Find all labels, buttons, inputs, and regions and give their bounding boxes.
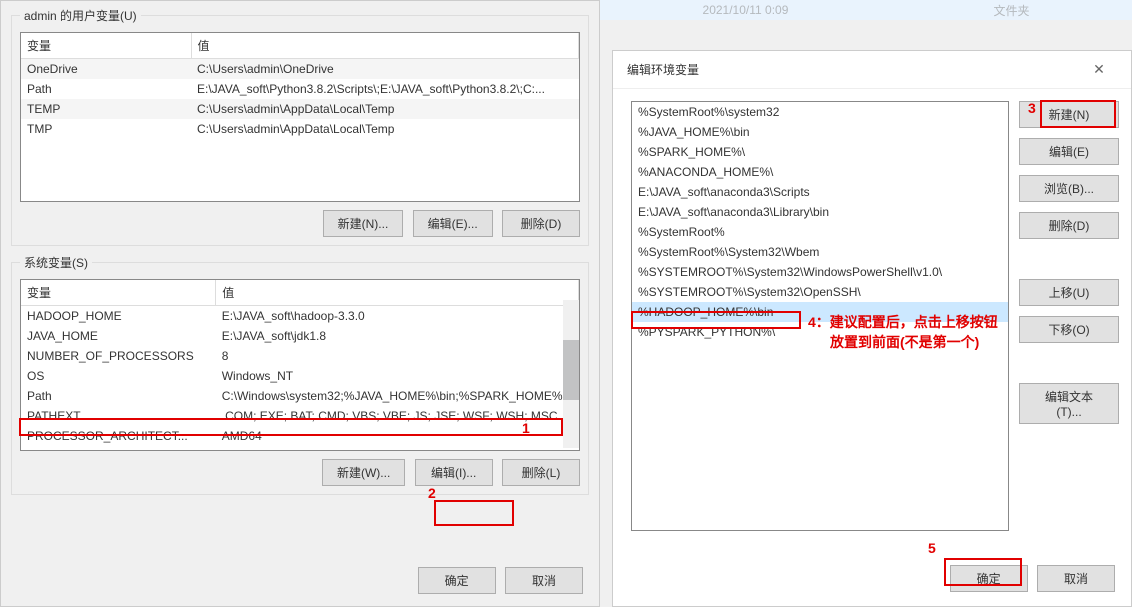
sys-edit-button[interactable]: 编辑(I)...: [415, 459, 493, 486]
table-row[interactable]: TEMPC:\Users\admin\AppData\Local\Temp: [21, 99, 579, 119]
table-row[interactable]: PATHEXT.COM;.EXE;.BAT;.CMD;.VBS;.VBE;.JS…: [21, 406, 579, 426]
col-name[interactable]: 变量: [21, 33, 191, 59]
path-item[interactable]: %JAVA_HOME%\bin: [632, 122, 1008, 142]
explorer-type: 文件夹: [993, 2, 1029, 19]
table-row[interactable]: PathC:\Windows\system32;%JAVA_HOME%\bin;…: [21, 386, 579, 406]
cell-name: NUMBER_OF_PROCESSORS: [21, 346, 216, 366]
sys-delete-button[interactable]: 删除(L): [502, 459, 580, 486]
path-item[interactable]: E:\JAVA_soft\anaconda3\Library\bin: [632, 202, 1008, 222]
cell-name: Path: [21, 79, 191, 99]
user-vars-group: admin 的用户变量(U) 变量 值 OneDriveC:\Users\adm…: [11, 7, 589, 246]
edit-browse-button[interactable]: 浏览(B)...: [1019, 175, 1119, 202]
table-row[interactable]: JAVA_HOMEE:\JAVA_soft\jdk1.8: [21, 326, 579, 346]
path-item[interactable]: %ANACONDA_HOME%\: [632, 162, 1008, 182]
cell-name: HADOOP_HOME: [21, 306, 216, 327]
sys-vars-table[interactable]: 变量 值 HADOOP_HOMEE:\JAVA_soft\hadoop-3.3.…: [21, 280, 579, 446]
edit-cancel-button[interactable]: 取消: [1037, 565, 1115, 592]
sys-vars-group: 系统变量(S) 变量 值 HADOOP_HOMEE:\JAVA_soft\had…: [11, 254, 589, 495]
col-value[interactable]: 值: [216, 280, 579, 306]
left-cancel-button[interactable]: 取消: [505, 567, 583, 594]
path-item[interactable]: %SYSTEMROOT%\System32\WindowsPowerShell\…: [632, 262, 1008, 282]
sys-vars-buttons: 新建(W)... 编辑(I)... 删除(L): [20, 451, 580, 486]
col-name[interactable]: 变量: [21, 280, 216, 306]
col-value[interactable]: 值: [191, 33, 579, 59]
user-new-button[interactable]: 新建(N)...: [323, 210, 404, 237]
cell-value: C:\Users\admin\AppData\Local\Temp: [191, 119, 579, 139]
explorer-date: 2021/10/11 0:09: [703, 3, 789, 17]
edit-dialog-titlebar: 编辑环境变量 ✕: [613, 51, 1131, 89]
path-item[interactable]: %PYSPARK_PYTHON%\: [632, 322, 1008, 342]
edit-footer-buttons: 确定 取消: [944, 565, 1115, 592]
edit-delete-button[interactable]: 删除(D): [1019, 212, 1119, 239]
path-item[interactable]: %SystemRoot%\System32\Wbem: [632, 242, 1008, 262]
table-row[interactable]: PathE:\JAVA_soft\Python3.8.2\Scripts\;E:…: [21, 79, 579, 99]
cell-name: PROCESSOR_ARCHITECT...: [21, 426, 216, 446]
scrollbar[interactable]: [563, 300, 579, 448]
path-item[interactable]: %SPARK_HOME%\: [632, 142, 1008, 162]
sys-new-button[interactable]: 新建(W)...: [322, 459, 405, 486]
edit-dialog-title: 编辑环境变量: [627, 61, 699, 78]
cell-value: 8: [216, 346, 579, 366]
cell-value: E:\JAVA_soft\Python3.8.2\Scripts\;E:\JAV…: [191, 79, 579, 99]
cell-value: .COM;.EXE;.BAT;.CMD;.VBS;.VBE;.JS;.JSE;.…: [216, 406, 579, 426]
cell-value: AMD64: [216, 426, 579, 446]
user-vars-table[interactable]: 变量 值 OneDriveC:\Users\admin\OneDrivePath…: [21, 33, 579, 139]
edit-edit-button[interactable]: 编辑(E): [1019, 138, 1119, 165]
edit-ok-button[interactable]: 确定: [950, 565, 1028, 592]
left-footer-buttons: 确定 取消: [412, 567, 583, 594]
cell-value: C:\Users\admin\OneDrive: [191, 59, 579, 80]
table-row[interactable]: TMPC:\Users\admin\AppData\Local\Temp: [21, 119, 579, 139]
scrollbar-thumb[interactable]: [563, 340, 579, 400]
user-edit-button[interactable]: 编辑(E)...: [413, 210, 493, 237]
cell-name: OneDrive: [21, 59, 191, 80]
user-vars-table-wrap: 变量 值 OneDriveC:\Users\admin\OneDrivePath…: [20, 32, 580, 202]
edit-text-button[interactable]: 编辑文本(T)...: [1019, 383, 1119, 424]
cell-value: C:\Windows\system32;%JAVA_HOME%\bin;%SPA…: [216, 386, 579, 406]
user-delete-button[interactable]: 删除(D): [502, 210, 580, 237]
cell-name: OS: [21, 366, 216, 386]
left-ok-button[interactable]: 确定: [418, 567, 496, 594]
user-vars-buttons: 新建(N)... 编辑(E)... 删除(D): [20, 202, 580, 237]
edit-env-var-dialog: 编辑环境变量 ✕ %SystemRoot%\system32%JAVA_HOME…: [612, 50, 1132, 607]
close-icon[interactable]: ✕: [1081, 61, 1117, 78]
sys-vars-legend: 系统变量(S): [20, 254, 92, 271]
edit-movedown-button[interactable]: 下移(O): [1019, 316, 1119, 343]
explorer-row-behind: 2021/10/11 0:09 文件夹: [600, 0, 1132, 20]
table-row[interactable]: OneDriveC:\Users\admin\OneDrive: [21, 59, 579, 80]
path-item[interactable]: %SystemRoot%\system32: [632, 102, 1008, 122]
table-row[interactable]: NUMBER_OF_PROCESSORS8: [21, 346, 579, 366]
path-item[interactable]: %HADOOP_HOME%\bin: [632, 302, 1008, 322]
cell-value: C:\Users\admin\AppData\Local\Temp: [191, 99, 579, 119]
cell-value: E:\JAVA_soft\hadoop-3.3.0: [216, 306, 579, 327]
sys-vars-table-wrap: 变量 值 HADOOP_HOMEE:\JAVA_soft\hadoop-3.3.…: [20, 279, 580, 451]
cell-name: TEMP: [21, 99, 191, 119]
cell-name: JAVA_HOME: [21, 326, 216, 346]
cell-name: TMP: [21, 119, 191, 139]
path-item[interactable]: %SystemRoot%: [632, 222, 1008, 242]
path-item[interactable]: %SYSTEMROOT%\System32\OpenSSH\: [632, 282, 1008, 302]
user-vars-legend: admin 的用户变量(U): [20, 7, 141, 24]
edit-moveup-button[interactable]: 上移(U): [1019, 279, 1119, 306]
env-vars-dialog: admin 的用户变量(U) 变量 值 OneDriveC:\Users\adm…: [0, 0, 600, 607]
path-item[interactable]: E:\JAVA_soft\anaconda3\Scripts: [632, 182, 1008, 202]
table-row[interactable]: OSWindows_NT: [21, 366, 579, 386]
table-row[interactable]: PROCESSOR_ARCHITECT...AMD64: [21, 426, 579, 446]
cell-value: E:\JAVA_soft\jdk1.8: [216, 326, 579, 346]
edit-side-buttons: 新建(N) 编辑(E) 浏览(B)... 删除(D) 上移(U) 下移(O) 编…: [1019, 101, 1119, 531]
edit-new-button[interactable]: 新建(N): [1019, 101, 1119, 128]
path-list[interactable]: %SystemRoot%\system32%JAVA_HOME%\bin%SPA…: [631, 101, 1009, 531]
cell-value: Windows_NT: [216, 366, 579, 386]
table-row[interactable]: HADOOP_HOMEE:\JAVA_soft\hadoop-3.3.0: [21, 306, 579, 327]
cell-name: Path: [21, 386, 216, 406]
cell-name: PATHEXT: [21, 406, 216, 426]
